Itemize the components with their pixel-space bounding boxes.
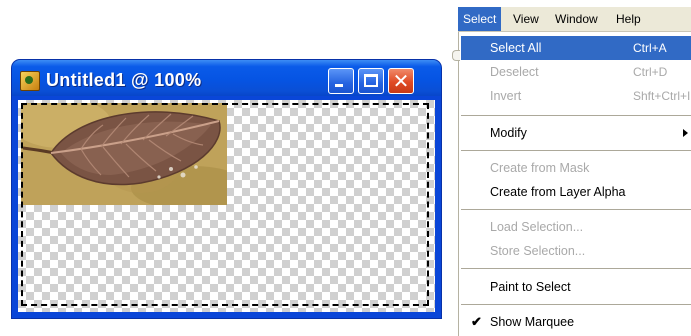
menu-separator: [461, 209, 691, 210]
menu-item-create-from-layer-alpha[interactable]: Create from Layer Alpha: [461, 180, 691, 204]
leaf-image: [21, 103, 227, 205]
menu-view[interactable]: View: [508, 7, 544, 31]
menu-item-label: Invert: [490, 89, 522, 103]
menu-item-load-selection[interactable]: Load Selection...: [461, 215, 691, 239]
menu-item-invert[interactable]: Invert Shft+Ctrl+I: [461, 84, 691, 108]
menu-item-label: Store Selection...: [490, 244, 586, 258]
menu-item-label: Select All: [490, 41, 542, 55]
menu-item-show-marquee[interactable]: ✔ Show Marquee: [461, 310, 691, 334]
submenu-arrow-icon: [683, 129, 688, 137]
menu-separator: [461, 304, 691, 305]
menu-help[interactable]: Help: [611, 7, 646, 31]
menu-item-shortcut: Shft+Ctrl+I: [633, 89, 691, 103]
menu-item-paint-to-select[interactable]: Paint to Select: [461, 275, 691, 299]
menu-item-shortcut: Ctrl+D: [633, 65, 668, 79]
menu-item-select-all[interactable]: Select All Ctrl+A: [461, 36, 691, 60]
close-icon: ✕: [392, 69, 410, 93]
menu-item-label: Show Marquee: [490, 315, 575, 329]
image-canvas[interactable]: [18, 100, 435, 312]
checkmark-icon: ✔: [471, 314, 482, 329]
close-button[interactable]: ✕: [388, 68, 414, 94]
menu-separator: [461, 115, 691, 116]
document-icon[interactable]: [20, 71, 40, 91]
menu-item-label: Create from Layer Alpha: [490, 185, 626, 199]
menu-item-label: Create from Mask: [490, 161, 590, 175]
menu-item-deselect[interactable]: Deselect Ctrl+D: [461, 60, 691, 84]
minimize-icon: [335, 84, 343, 87]
menu-item-label: Load Selection...: [490, 220, 584, 234]
menu-item-modify[interactable]: Modify: [461, 121, 691, 145]
image-window: Untitled1 @ 100% ✕: [12, 60, 441, 318]
menu-item-label: Deselect: [490, 65, 539, 79]
menu-item-label: Modify: [490, 126, 527, 140]
select-menu-dropdown: Select All Ctrl+A Deselect Ctrl+D Invert…: [452, 32, 691, 336]
leaf-photo-layer: [21, 103, 227, 205]
window-titlebar[interactable]: Untitled1 @ 100% ✕: [12, 60, 441, 96]
menu-separator: [461, 150, 691, 151]
menu-item-shortcut: Ctrl+A: [633, 41, 667, 55]
menu-select[interactable]: Select: [458, 7, 502, 31]
maximize-button[interactable]: [358, 68, 384, 94]
minimize-button[interactable]: [328, 68, 354, 94]
window-title: Untitled1 @ 100%: [46, 70, 202, 90]
menu-separator: [461, 268, 691, 269]
menubar: Select View Window Help: [458, 7, 691, 32]
menu-window[interactable]: Window: [550, 7, 603, 31]
maximize-icon: [364, 74, 378, 87]
menu-item-create-from-mask[interactable]: Create from Mask: [461, 156, 691, 180]
menu-item-store-selection[interactable]: Store Selection...: [461, 239, 691, 263]
menu-area: Select View Window Help Select All Ctrl+…: [452, 7, 691, 336]
menu-item-label: Paint to Select: [490, 280, 571, 294]
